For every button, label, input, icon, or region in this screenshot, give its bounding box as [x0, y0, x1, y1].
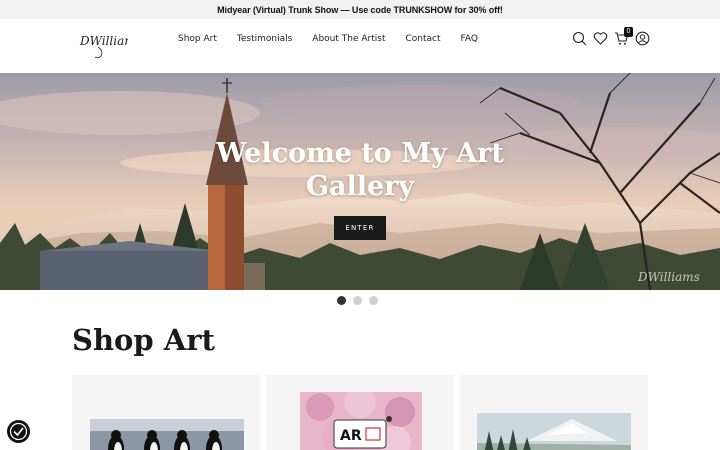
product-grid: AR [72, 375, 649, 450]
heart-icon[interactable] [593, 31, 608, 46]
cart-icon[interactable]: 0 [614, 27, 633, 46]
hero-title-line1: Welcome to My Art [216, 138, 504, 169]
product-image-blossoms[interactable]: AR [299, 392, 422, 450]
account-icon[interactable] [635, 31, 650, 46]
hero-title-line2: Gallery [305, 171, 415, 202]
logo-text: DWilliams [79, 34, 128, 48]
announcement-bar: Midyear (Virtual) Trunk Show — Use code … [0, 0, 720, 19]
painting-signature: DWilliams [637, 270, 700, 284]
accessibility-button[interactable] [7, 420, 30, 443]
site-header: DWilliams Shop Art Testimonials About Th… [0, 19, 720, 73]
enter-button[interactable]: ENTER [334, 216, 386, 240]
main-nav: Shop Art Testimonials About The Artist C… [178, 19, 498, 59]
nav-about-artist[interactable]: About The Artist [312, 34, 385, 44]
carousel-dot-1[interactable] [337, 296, 346, 305]
carousel-dot-2[interactable] [353, 296, 362, 305]
product-image-mountain[interactable] [477, 413, 632, 450]
nav-faq[interactable]: FAQ [461, 34, 478, 44]
search-icon[interactable] [572, 31, 587, 46]
nav-shop-art[interactable]: Shop Art [178, 34, 217, 44]
nav-testimonials[interactable]: Testimonials [237, 34, 292, 44]
hero-title: Welcome to My Art Gallery [0, 137, 720, 203]
nav-contact[interactable]: Contact [405, 34, 440, 44]
product-card[interactable] [72, 375, 261, 450]
shop-art-heading: Shop Art [72, 323, 215, 357]
announcement-text: Midyear (Virtual) Trunk Show — Use code … [217, 4, 503, 15]
ar-badge-text: AR [340, 428, 362, 444]
product-card[interactable] [459, 375, 649, 450]
hero-banner: DWilliams Welcome to My Art Gallery ENTE… [0, 73, 720, 290]
accessibility-icon [9, 422, 28, 441]
carousel-dots [337, 296, 378, 305]
header-icons: 0 [572, 27, 650, 46]
carousel-dot-3[interactable] [369, 296, 378, 305]
cart-count-badge: 0 [624, 27, 633, 37]
product-image-penguins[interactable] [90, 419, 244, 450]
product-card[interactable]: AR [265, 375, 455, 450]
site-logo[interactable]: DWilliams [78, 27, 128, 59]
